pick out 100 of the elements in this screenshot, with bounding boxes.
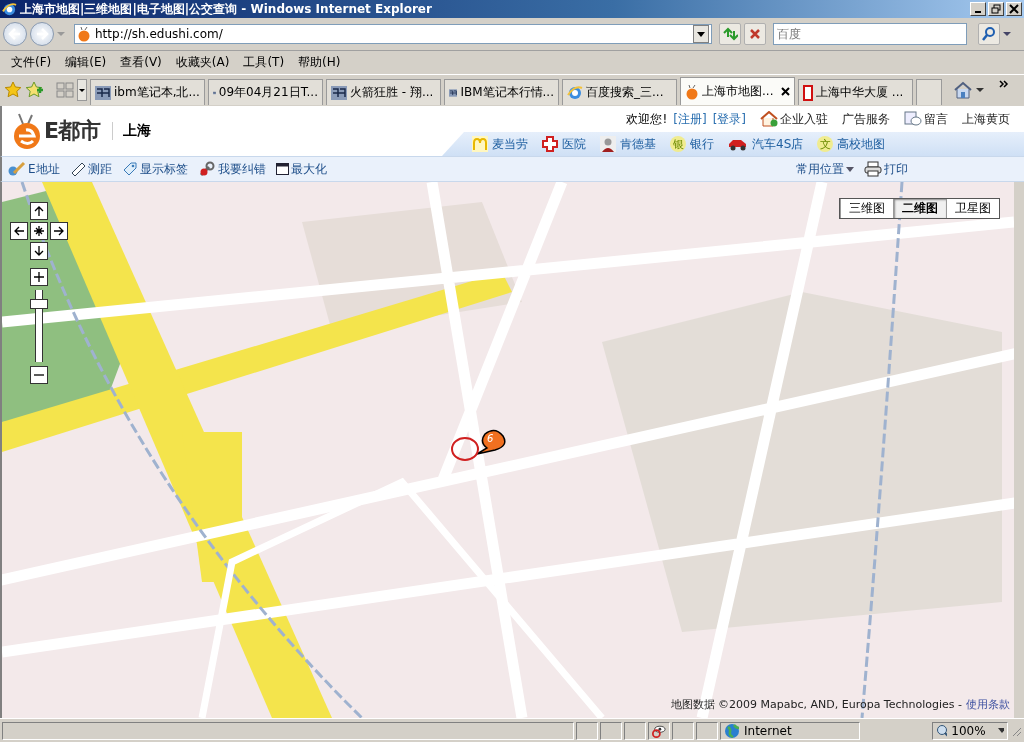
category-link[interactable]: 肯德基	[620, 135, 656, 153]
menu-item[interactable]: 收藏夹(A)	[170, 54, 235, 71]
account-link[interactable]: [注册]	[673, 110, 707, 128]
caret-icon[interactable]	[846, 166, 854, 172]
pencil-icon	[8, 161, 26, 177]
printer-icon	[864, 161, 882, 177]
browser-tab[interactable]: ibm笔记本,北...	[90, 79, 205, 105]
attribution-text: 地图数据 ©2009 Mapabc, AND, Europa Technologies -	[670, 697, 962, 712]
pan-up-button[interactable]	[30, 202, 48, 220]
menu-item[interactable]: 工具(T)	[238, 54, 290, 71]
pan-down-button[interactable]	[30, 242, 48, 260]
close-tab-icon[interactable]	[781, 87, 790, 96]
status-pane	[576, 721, 598, 740]
zoom-in-button[interactable]	[30, 268, 48, 286]
highlight-circle	[450, 436, 480, 462]
slider-thumb[interactable]	[30, 299, 48, 309]
zoom-icon[interactable]	[936, 723, 948, 738]
status-pane	[696, 721, 718, 740]
category-link[interactable]: 汽车4S店	[752, 135, 804, 153]
center-button[interactable]	[30, 222, 48, 240]
welcome-text: 欢迎您!	[626, 110, 668, 128]
forward-button[interactable]	[30, 22, 54, 46]
window-title: 上海市地图|三维地图|电子地图|公交查询 - Windows Internet Explorer	[20, 0, 433, 18]
menu-item[interactable]: 编辑(E)	[60, 54, 112, 71]
stop-button[interactable]	[744, 23, 766, 45]
browser-tab[interactable]: 上海市地图...	[680, 77, 795, 105]
back-button[interactable]	[3, 22, 27, 46]
person-icon	[600, 136, 616, 152]
tab-list-caret-icon[interactable]	[77, 79, 87, 101]
menu-item[interactable]: 文件(F)	[6, 54, 57, 71]
header-link[interactable]: 企业入驻	[780, 110, 828, 128]
home-caret-icon[interactable]	[976, 87, 984, 93]
pan-left-button[interactable]	[10, 222, 28, 240]
browser-tab[interactable]: IBM笔记本行情...	[444, 79, 559, 105]
add-favorite-icon[interactable]	[25, 81, 43, 99]
address-dropdown-button[interactable]	[693, 25, 709, 43]
home-icon[interactable]	[953, 81, 973, 99]
menu-item[interactable]: 查看(V)	[115, 54, 167, 71]
browser-tab[interactable]: 上海中华大厦 ...	[798, 79, 913, 105]
restore-icon	[990, 3, 1002, 15]
browser-tab[interactable]: 百度搜索_三...	[562, 79, 677, 105]
toolbar-link[interactable]: 显示标签	[139, 160, 188, 178]
window-icon	[275, 163, 289, 175]
map-type-tab[interactable]: 二维图	[893, 199, 946, 218]
map-type-tab[interactable]: 卫星图	[946, 199, 999, 218]
browser-tab[interactable]: 09年04月21日T...	[208, 79, 323, 105]
cross-icon	[542, 136, 558, 152]
house-icon	[760, 111, 778, 127]
restore-button[interactable]	[988, 2, 1004, 16]
minimize-icon	[975, 11, 981, 13]
city-name: 上海	[112, 122, 152, 140]
refresh-button[interactable]	[719, 23, 741, 45]
document-icon	[803, 84, 813, 101]
caret-icon	[697, 31, 705, 37]
minimize-button[interactable]	[970, 2, 986, 16]
search-field[interactable]: 百度	[773, 23, 967, 45]
zoom-out-button[interactable]	[30, 366, 48, 384]
search-button[interactable]	[978, 23, 1000, 45]
arrow-left-icon	[13, 225, 25, 237]
toolbar-link[interactable]: 常用位置	[796, 160, 844, 178]
pan-right-button[interactable]	[50, 222, 68, 240]
wrench-icon	[197, 161, 216, 177]
toolbar-link[interactable]: E地址	[28, 160, 60, 178]
favorites-star-icon[interactable]	[4, 81, 22, 99]
search-options-caret-icon[interactable]	[1003, 31, 1011, 37]
forward-arrow-icon	[35, 28, 49, 40]
security-zone-text: Internet	[744, 723, 792, 738]
arrow-up-icon	[33, 205, 45, 217]
category-link[interactable]: 高校地图	[837, 135, 886, 153]
map-marker-icon[interactable]	[475, 428, 509, 458]
arrow-down-icon	[33, 245, 45, 257]
stop-icon	[749, 28, 761, 40]
header-link[interactable]: 广告服务	[842, 110, 890, 128]
category-link[interactable]: 银行	[690, 135, 714, 153]
status-pane	[624, 721, 646, 740]
close-button[interactable]	[1006, 2, 1022, 16]
globe-icon	[724, 722, 740, 739]
address-field[interactable]: http://sh.edushi.com/	[74, 24, 712, 44]
back-arrow-icon	[8, 28, 22, 40]
header-link[interactable]: 留言	[924, 110, 948, 128]
account-link[interactable]: [登录]	[712, 110, 746, 128]
header-link[interactable]: 上海黄页	[962, 110, 1010, 128]
category-link[interactable]: 医院	[562, 135, 586, 153]
center-icon	[33, 225, 45, 237]
plus-icon	[33, 271, 45, 283]
url-text: http://sh.edushi.com/	[95, 27, 224, 41]
map-type-tab[interactable]: 三维图	[840, 199, 893, 218]
toolbar-link[interactable]: 打印	[884, 160, 908, 178]
toolbar-link[interactable]: 最大化	[290, 160, 327, 178]
site-logo: E都市	[44, 117, 101, 145]
zoom-caret-icon[interactable]	[997, 728, 1004, 733]
toolbar-link[interactable]: 测距	[87, 160, 112, 178]
menu-item[interactable]: 帮助(H)	[293, 54, 346, 71]
more-chevron-icon[interactable]	[999, 80, 1009, 88]
logo-icon	[12, 112, 42, 150]
car-icon	[728, 137, 748, 151]
terms-link[interactable]: 使用条款	[966, 697, 1010, 712]
category-link[interactable]: 麦当劳	[492, 135, 528, 153]
toolbar-link[interactable]: 我要纠错	[217, 160, 266, 178]
browser-tab[interactable]: 火箭狂胜 - 翔...	[326, 79, 441, 105]
